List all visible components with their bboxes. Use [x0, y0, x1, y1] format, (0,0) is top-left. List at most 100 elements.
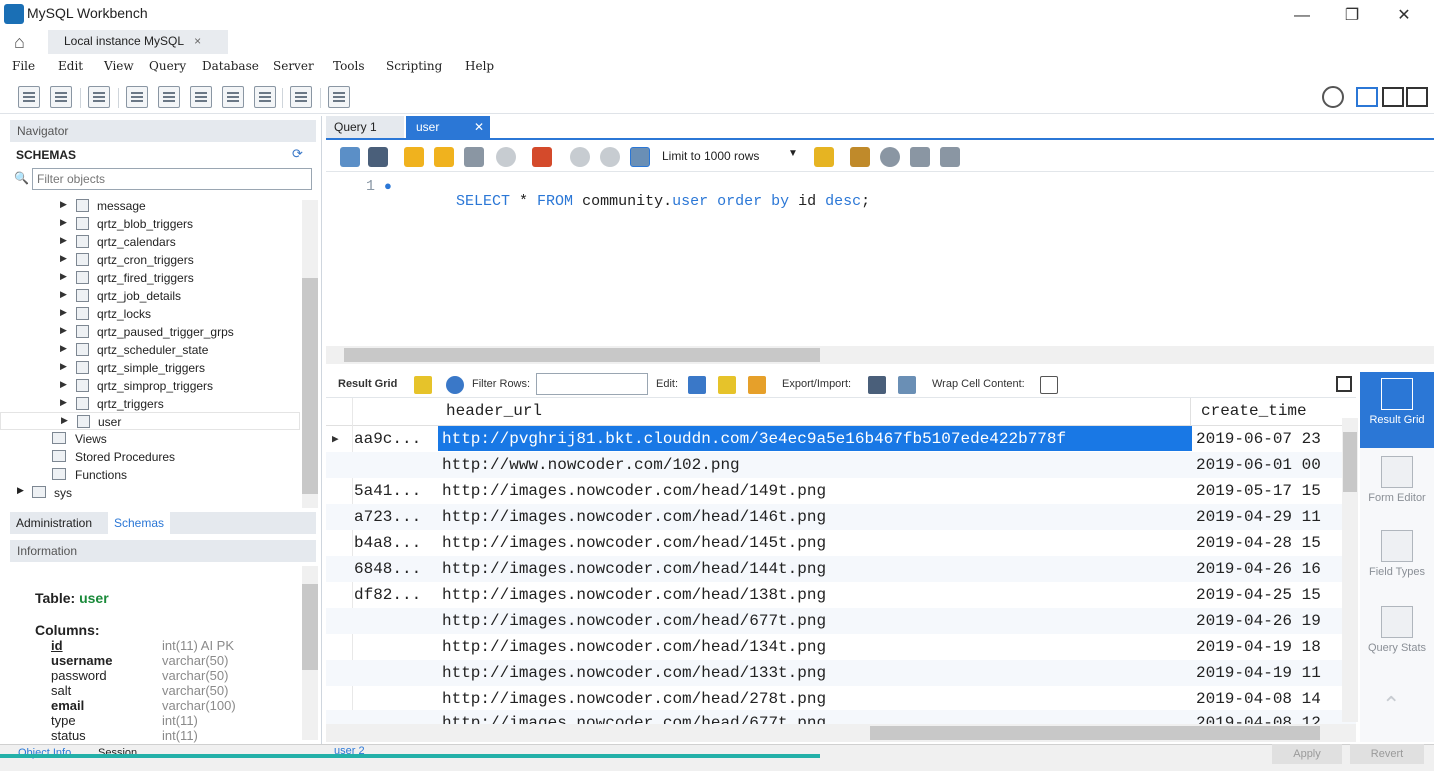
toggle-panel-icon[interactable]: [1336, 376, 1352, 392]
expand-arrow-icon[interactable]: ▶: [60, 397, 67, 408]
expand-arrow-icon[interactable]: ▶: [60, 199, 67, 210]
tab-schemas[interactable]: Schemas: [108, 512, 171, 534]
table-row[interactable]: http://images.nowcoder.com/head/278t.png…: [326, 686, 1356, 712]
wrap-text-icon[interactable]: [1040, 376, 1058, 394]
execute-icon[interactable]: [404, 147, 424, 167]
grid-vertical-scroll-thumb[interactable]: [1343, 432, 1357, 492]
filter-objects-input[interactable]: [32, 168, 312, 190]
open-file-icon[interactable]: [340, 147, 360, 167]
create-function-icon[interactable]: [254, 86, 276, 108]
tree-item-views[interactable]: Views: [75, 432, 107, 446]
form-editor-view-button[interactable]: Form Editor: [1364, 456, 1430, 504]
sql-statement[interactable]: SELECT * FROM community.user order by id…: [420, 176, 870, 227]
expand-arrow-icon[interactable]: ▶: [60, 361, 67, 372]
rollback-icon[interactable]: [600, 147, 620, 167]
tree-item-qrtz-triggers[interactable]: ▶ qrtz_triggers: [0, 395, 300, 413]
apply-button[interactable]: Apply: [1272, 744, 1342, 764]
tree-item-qrtz-simprop-triggers[interactable]: ▶ qrtz_simprop_triggers: [0, 377, 300, 395]
create-view-icon[interactable]: [190, 86, 212, 108]
grid-icon[interactable]: [414, 376, 432, 394]
menu-query[interactable]: Query: [149, 59, 186, 73]
expand-arrow-icon[interactable]: ▶: [60, 253, 67, 264]
inspector-icon[interactable]: [88, 86, 110, 108]
grid-horizontal-scroll-thumb[interactable]: [870, 726, 1320, 740]
delete-row-icon[interactable]: [748, 376, 766, 394]
save-icon[interactable]: [368, 147, 388, 167]
stop-icon[interactable]: [496, 147, 516, 167]
expand-arrow-icon[interactable]: ▶: [60, 343, 67, 354]
toggle-output-icon[interactable]: [1382, 87, 1404, 107]
table-row[interactable]: ▶ aa9c... http://pvghrij81.bkt.clouddn.com…: [326, 426, 1356, 452]
expand-arrow-icon[interactable]: ▶: [60, 307, 67, 318]
invisible-chars-icon[interactable]: [910, 147, 930, 167]
table-row[interactable]: df82... http://images.nowcoder.com/head/1…: [326, 582, 1356, 608]
refresh-icon[interactable]: ⟳: [292, 146, 303, 162]
editor-scroll-thumb[interactable]: [344, 348, 820, 362]
find-icon[interactable]: [880, 147, 900, 167]
tree-item-qrtz-simple-triggers[interactable]: ▶ qrtz_simple_triggers: [0, 359, 300, 377]
edit-row-icon[interactable]: [688, 376, 706, 394]
close-tab-icon[interactable]: ✕: [474, 120, 484, 134]
tab-administration[interactable]: Administration: [10, 512, 98, 534]
menu-view[interactable]: View: [104, 59, 134, 73]
word-wrap-icon[interactable]: [940, 147, 960, 167]
insert-row-icon[interactable]: [718, 376, 736, 394]
close-tab-icon[interactable]: ×: [194, 34, 201, 48]
new-sql-tab-icon[interactable]: [18, 86, 40, 108]
tree-item-functions[interactable]: Functions: [75, 468, 127, 482]
table-row[interactable]: http://www.nowcoder.com/102.png 2019-06-0…: [326, 452, 1356, 478]
home-icon[interactable]: ⌂: [14, 32, 25, 53]
table-row[interactable]: a723... http://images.nowcoder.com/head/1…: [326, 504, 1356, 530]
filter-rows-input[interactable]: [536, 373, 648, 395]
table-row[interactable]: http://images.nowcoder.com/head/677t.png…: [326, 710, 1356, 724]
import-icon[interactable]: [898, 376, 916, 394]
minimize-button[interactable]: —: [1282, 4, 1322, 28]
tree-item-qrtz-paused-trigger-grps[interactable]: ▶ qrtz_paused_trigger_grps: [0, 323, 300, 341]
expand-arrow-icon[interactable]: ▶: [60, 325, 67, 336]
create-procedure-icon[interactable]: [222, 86, 244, 108]
tree-item-stored-procedures[interactable]: Stored Procedures: [75, 450, 175, 464]
table-row[interactable]: 6848... http://images.nowcoder.com/head/1…: [326, 556, 1356, 582]
query-stats-view-button[interactable]: Query Stats: [1364, 606, 1430, 654]
tree-item-qrtz-fired-triggers[interactable]: ▶ qrtz_fired_triggers: [0, 269, 300, 287]
beautify-icon[interactable]: [850, 147, 870, 167]
sql-editor[interactable]: 1 ● SELECT * FROM community.user order b…: [326, 174, 1434, 344]
tree-item-qrtz-calendars[interactable]: ▶ qrtz_calendars: [0, 233, 300, 251]
connection-tab[interactable]: Local instance MySQL ×: [48, 30, 228, 54]
expand-arrow-icon[interactable]: ▶: [60, 271, 67, 282]
tree-item-qrtz-job-details[interactable]: ▶ qrtz_job_details: [0, 287, 300, 305]
table-row[interactable]: 5a41... http://images.nowcoder.com/head/1…: [326, 478, 1356, 504]
reconnect-icon[interactable]: [328, 86, 350, 108]
limit-rows-select[interactable]: Limit to 1000 rows: [662, 149, 802, 167]
maximize-button[interactable]: ❐: [1332, 4, 1372, 28]
open-sql-script-icon[interactable]: [50, 86, 72, 108]
tree-item-qrtz-scheduler-state[interactable]: ▶ qrtz_scheduler_state: [0, 341, 300, 359]
add-snippet-icon[interactable]: [814, 147, 834, 167]
tree-scroll-thumb[interactable]: [302, 278, 318, 494]
toggle-sidebar-icon[interactable]: [1356, 87, 1378, 107]
table-row[interactable]: b4a8... http://images.nowcoder.com/head/1…: [326, 530, 1356, 556]
close-window-button[interactable]: ✕: [1384, 4, 1424, 28]
chevron-down-icon[interactable]: ▼: [788, 148, 798, 159]
info-scroll-thumb[interactable]: [302, 584, 318, 670]
tree-item-qrtz-locks[interactable]: ▶ qrtz_locks: [0, 305, 300, 323]
expand-arrow-icon[interactable]: ▶: [60, 235, 67, 246]
toggle-secondary-sidebar-icon[interactable]: [1406, 87, 1428, 107]
expand-arrow-icon[interactable]: ▶: [61, 415, 68, 426]
table-row[interactable]: http://images.nowcoder.com/head/133t.png…: [326, 660, 1356, 686]
search-table-data-icon[interactable]: [290, 86, 312, 108]
field-types-view-button[interactable]: Field Types: [1364, 530, 1430, 578]
execute-current-icon[interactable]: [434, 147, 454, 167]
refresh-results-icon[interactable]: [446, 376, 464, 394]
export-icon[interactable]: [868, 376, 886, 394]
menu-tools[interactable]: Tools: [333, 59, 365, 73]
menu-file[interactable]: File: [12, 59, 35, 73]
menu-edit[interactable]: Edit: [58, 59, 83, 73]
tree-item-user[interactable]: ▶ user: [0, 412, 300, 430]
chevron-up-icon[interactable]: ⌃: [1382, 692, 1400, 718]
result-grid-view-button[interactable]: Result Grid: [1360, 372, 1434, 448]
expand-sys-arrow-icon[interactable]: ▶: [17, 485, 24, 496]
expand-arrow-icon[interactable]: ▶: [60, 217, 67, 228]
auto-commit-icon[interactable]: [630, 147, 650, 167]
table-row[interactable]: http://images.nowcoder.com/head/134t.png…: [326, 634, 1356, 660]
